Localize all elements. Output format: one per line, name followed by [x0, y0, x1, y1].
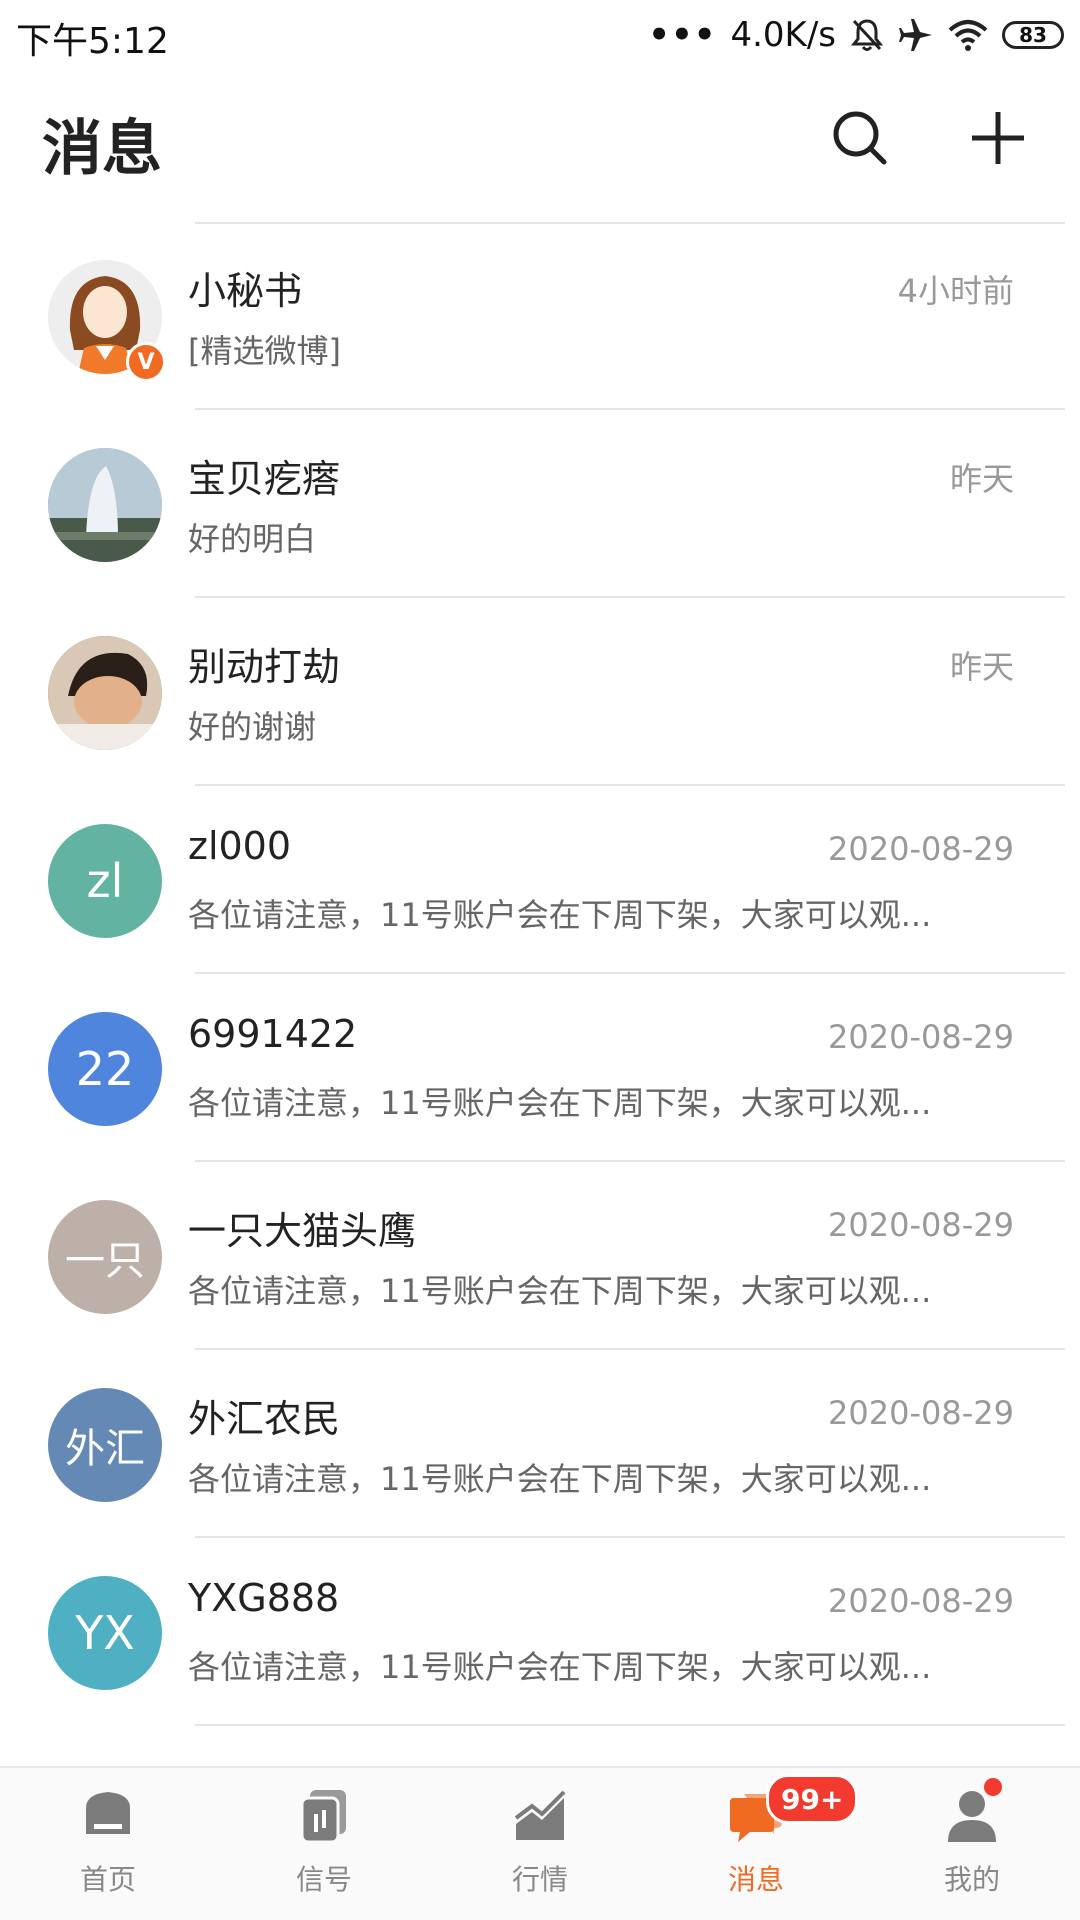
- more-dots-icon: •••: [648, 15, 717, 55]
- status-bar: 下午5:12 ••• 4.0K/s 83: [0, 0, 1080, 70]
- conversation-row[interactable]: V 小秘书 4小时前 [精选微博]: [0, 222, 1080, 410]
- tab-label: 行情: [511, 1863, 568, 1896]
- conversation-row[interactable]: 别动打劫 昨天 好的谢谢: [0, 598, 1080, 786]
- avatar: [48, 636, 162, 750]
- avatar: 外汇: [48, 1388, 162, 1502]
- home-icon: [86, 1792, 130, 1834]
- conversation-preview: 各位请注意，11号账户会在下周下架，大家可以观...: [188, 1648, 932, 1686]
- bottom-tab-bar: 首页 信号 行情 消息 99+ 我的: [0, 1766, 1080, 1920]
- conversation-name: 宝贝疙瘩: [188, 457, 341, 501]
- conversation-time: 昨天: [949, 648, 1014, 686]
- avatar: YX: [48, 1576, 162, 1690]
- avatar: [48, 448, 162, 562]
- conversation-name: 外汇农民: [188, 1397, 341, 1441]
- conversation-preview: 各位请注意，11号账户会在下周下架，大家可以观...: [188, 1272, 932, 1310]
- conversation-name: 别动打劫: [188, 645, 341, 689]
- search-icon: [833, 111, 887, 165]
- conversation-preview: 各位请注意，11号账户会在下周下架，大家可以观...: [188, 1460, 932, 1498]
- conversation-row[interactable]: zl zl000 2020-08-29 各位请注意，11号账户会在下周下架，大家…: [0, 786, 1080, 974]
- status-time: 下午5:12: [16, 21, 169, 62]
- conversation-time: 2020-08-29: [828, 1018, 1014, 1056]
- conversation-preview: 好的谢谢: [188, 708, 317, 746]
- market-chart-icon: [514, 1790, 566, 1840]
- wifi-icon: [948, 20, 988, 51]
- conversation-time: 昨天: [949, 460, 1014, 498]
- conversation-row[interactable]: 22 6991422 2020-08-29 各位请注意，11号账户会在下周下架，…: [0, 974, 1080, 1162]
- network-speed: 4.0K/s: [730, 15, 836, 55]
- tab-market[interactable]: 行情: [432, 1768, 648, 1920]
- conversation-name: 小秘书: [188, 269, 303, 313]
- avatar-initials: YX: [75, 1606, 135, 1660]
- conversation-time: 2020-08-29: [828, 1394, 1014, 1432]
- verified-badge: V: [126, 342, 166, 382]
- tab-signal[interactable]: 信号: [216, 1768, 432, 1920]
- tab-label: 信号: [295, 1863, 352, 1896]
- add-button[interactable]: [958, 98, 1038, 178]
- page-title: 消息: [42, 114, 162, 184]
- conversation-row[interactable]: 宝贝疙瘩 昨天 好的明白: [0, 410, 1080, 598]
- status-icons: ••• 4.0K/s 83: [648, 12, 1064, 58]
- tab-mine[interactable]: 我的: [864, 1768, 1080, 1920]
- airplane-icon: [899, 19, 932, 51]
- conversation-preview: 各位请注意，11号账户会在下周下架，大家可以观...: [188, 1084, 932, 1122]
- tab-messages[interactable]: 消息 99+: [648, 1768, 864, 1920]
- conversation-name: zl000: [188, 824, 292, 868]
- conversation-time: 2020-08-29: [828, 1582, 1014, 1620]
- conversation-name: 6991422: [188, 1012, 358, 1056]
- avatar: 22: [48, 1012, 162, 1126]
- conversation-row[interactable]: 外汇 外汇农民 2020-08-29 各位请注意，11号账户会在下周下架，大家可…: [0, 1350, 1080, 1538]
- plus-icon: [972, 112, 1024, 164]
- conversation-name: YXG888: [188, 1576, 340, 1620]
- conversation-time: 2020-08-29: [828, 1206, 1014, 1244]
- conversation-time: 4小时前: [897, 272, 1014, 310]
- signal-icon: [300, 1790, 346, 1844]
- tab-label: 首页: [79, 1863, 136, 1896]
- tab-label: 我的: [943, 1863, 1000, 1896]
- avatar: 一只: [48, 1200, 162, 1314]
- search-button[interactable]: [820, 98, 900, 178]
- conversation-preview: 好的明白: [188, 520, 317, 558]
- conversation-time: 2020-08-29: [828, 830, 1014, 868]
- header: 消息: [0, 70, 1080, 220]
- conversation-name: 一只大猫头鹰: [188, 1209, 417, 1253]
- tab-home[interactable]: 首页: [0, 1768, 216, 1920]
- conversation-row[interactable]: YX YXG888 2020-08-29 各位请注意，11号账户会在下周下架，大…: [0, 1538, 1080, 1726]
- mute-bell-icon: [850, 19, 884, 51]
- tab-label: 消息: [727, 1863, 784, 1896]
- unread-badge: 99+: [766, 1774, 859, 1824]
- avatar: zl: [48, 824, 162, 938]
- battery-indicator: 83: [1002, 21, 1064, 49]
- conversation-row[interactable]: 一只 一只大猫头鹰 2020-08-29 各位请注意，11号账户会在下周下架，大…: [0, 1162, 1080, 1350]
- avatar-initials: zl: [86, 854, 124, 908]
- conversation-preview: [精选微博]: [188, 332, 341, 370]
- avatar-initials: 一只: [65, 1238, 145, 1284]
- conversation-list: V 小秘书 4小时前 [精选微博] 宝贝疙瘩 昨天 好的明白 别动打劫 昨天 好…: [0, 222, 1080, 1726]
- notification-dot: [984, 1778, 1002, 1796]
- conversation-preview: 各位请注意，11号账户会在下周下架，大家可以观...: [188, 896, 932, 934]
- avatar-initials: 外汇: [65, 1426, 145, 1472]
- avatar-initials: 22: [75, 1042, 135, 1096]
